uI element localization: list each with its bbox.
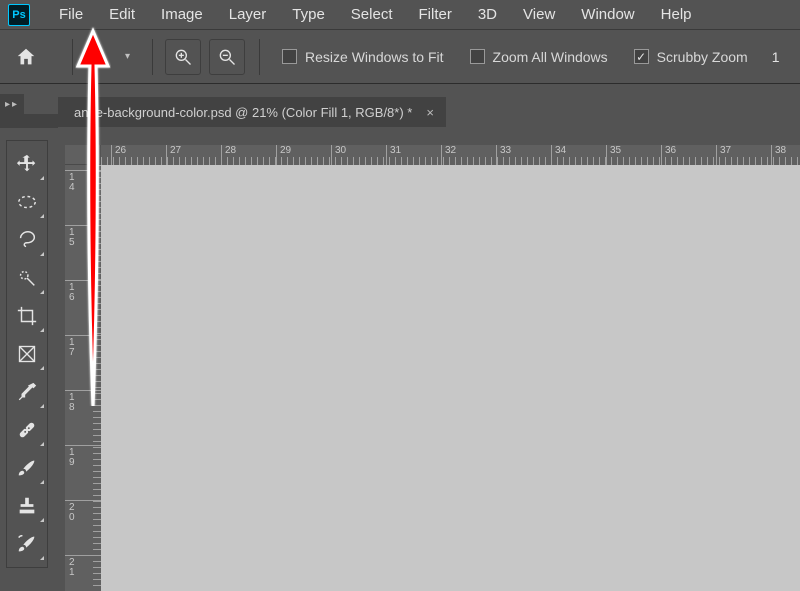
ruler-tick: 34 <box>551 145 566 165</box>
menu-window[interactable]: Window <box>568 0 647 30</box>
clone-stamp-tool[interactable] <box>7 487 47 525</box>
ruler-tick: 36 <box>661 145 676 165</box>
bandage-icon <box>16 419 38 441</box>
move-tool[interactable] <box>7 145 47 183</box>
checkbox-box <box>634 49 649 64</box>
ruler-tick: 20 <box>65 500 101 523</box>
lasso-icon <box>16 229 38 251</box>
menu-view[interactable]: View <box>510 0 568 30</box>
ruler-tick: 37 <box>716 145 731 165</box>
ruler-tick: 19 <box>65 445 101 468</box>
magnifier-icon <box>90 47 110 67</box>
home-icon <box>15 46 37 68</box>
menu-file[interactable]: File <box>46 0 96 30</box>
ruler-horizontal[interactable]: 26 27 28 29 30 31 32 33 34 35 36 37 38 <box>101 145 800 165</box>
frame-icon <box>17 344 37 364</box>
ruler-tick: 14 <box>65 170 101 193</box>
separator <box>152 39 153 75</box>
ruler-tick: 38 <box>771 145 786 165</box>
ruler-tick: 33 <box>496 145 511 165</box>
menu-help[interactable]: Help <box>648 0 705 30</box>
stamp-icon <box>16 495 38 517</box>
active-tool-indicator[interactable] <box>85 42 115 72</box>
zoom-in-icon <box>173 47 193 67</box>
document-tab-bar: ange-background-color.psd @ 21% (Color F… <box>58 96 446 128</box>
menu-select[interactable]: Select <box>338 0 406 30</box>
collapsed-panel[interactable] <box>0 114 58 128</box>
brush-icon <box>16 457 38 479</box>
ruler-tick: 30 <box>331 145 346 165</box>
history-brush-tool[interactable] <box>7 525 47 563</box>
ruler-vertical[interactable]: 14 15 16 17 18 19 20 21 <box>65 165 101 591</box>
marquee-icon <box>16 192 38 212</box>
healing-brush-tool[interactable] <box>7 411 47 449</box>
menu-type[interactable]: Type <box>279 0 338 30</box>
ruler-tick: 29 <box>276 145 291 165</box>
eyedropper-tool[interactable] <box>7 373 47 411</box>
menu-image[interactable]: Image <box>148 0 216 30</box>
separator <box>259 39 260 75</box>
brush-tool[interactable] <box>7 449 47 487</box>
history-brush-icon <box>16 533 38 555</box>
ruler-tick: 18 <box>65 390 101 413</box>
quick-select-tool[interactable] <box>7 259 47 297</box>
document-canvas[interactable] <box>101 165 800 591</box>
zoom-all-windows-checkbox[interactable]: Zoom All Windows <box>470 49 608 65</box>
ruler-tick: 28 <box>221 145 236 165</box>
trailing-value: 1 <box>764 49 780 65</box>
ruler-tick: 17 <box>65 335 101 358</box>
chevron-down-icon[interactable]: ▾ <box>125 51 130 62</box>
ruler-corner <box>65 145 101 165</box>
close-icon[interactable]: × <box>426 105 434 120</box>
menu-filter[interactable]: Filter <box>406 0 465 30</box>
ruler-tick: 27 <box>166 145 181 165</box>
ruler-tick: 15 <box>65 225 101 248</box>
menu-layer[interactable]: Layer <box>216 0 280 30</box>
frame-tool[interactable] <box>7 335 47 373</box>
menu-3d[interactable]: 3D <box>465 0 510 30</box>
checkbox-label: Scrubby Zoom <box>657 49 748 65</box>
ruler-tick: 21 <box>65 555 101 578</box>
tools-palette <box>6 140 48 568</box>
checkbox-label: Zoom All Windows <box>493 49 608 65</box>
zoom-in-button[interactable] <box>165 39 201 75</box>
home-button[interactable] <box>8 39 44 75</box>
wand-icon <box>16 267 38 289</box>
document-tab-label: ange-background-color.psd @ 21% (Color F… <box>74 105 412 120</box>
checkbox-box <box>282 49 297 64</box>
ruler-tick: 35 <box>606 145 621 165</box>
eyedropper-icon <box>16 381 38 403</box>
scrubby-zoom-checkbox[interactable]: Scrubby Zoom <box>634 49 748 65</box>
ruler-tick: 16 <box>65 280 101 303</box>
checkbox-box <box>470 49 485 64</box>
options-bar: ▾ Resize Windows to Fit Zoom All Windows… <box>0 30 800 84</box>
crop-tool[interactable] <box>7 297 47 335</box>
ruler-tick: 32 <box>441 145 456 165</box>
marquee-tool[interactable] <box>7 183 47 221</box>
zoom-out-icon <box>217 47 237 67</box>
resize-windows-checkbox[interactable]: Resize Windows to Fit <box>282 49 443 65</box>
app-logo: Ps <box>8 4 30 26</box>
panel-expand-handle[interactable]: ▸▸ <box>0 94 24 114</box>
ruler-tick: 31 <box>386 145 401 165</box>
checkbox-label: Resize Windows to Fit <box>305 49 443 65</box>
zoom-out-button[interactable] <box>209 39 245 75</box>
lasso-tool[interactable] <box>7 221 47 259</box>
document-tab[interactable]: ange-background-color.psd @ 21% (Color F… <box>58 97 446 127</box>
menu-bar: Ps File Edit Image Layer Type Select Fil… <box>0 0 800 30</box>
crop-icon <box>16 305 38 327</box>
move-icon <box>16 153 38 175</box>
separator <box>72 39 73 75</box>
ruler-tick: 26 <box>111 145 126 165</box>
menu-edit[interactable]: Edit <box>96 0 148 30</box>
